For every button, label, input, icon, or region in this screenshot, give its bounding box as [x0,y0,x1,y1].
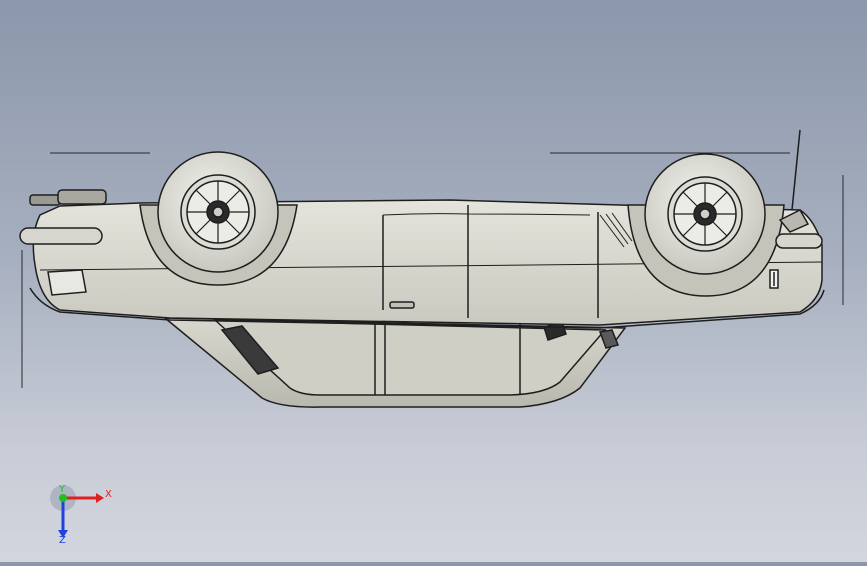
rear-wheel [644,153,766,275]
x-axis-label: X [105,489,112,500]
coordinate-triad: X Y Z [48,484,118,546]
y-axis-label: Y [58,484,66,495]
car-cabin [162,317,627,408]
graphics-viewport[interactable] [0,0,867,562]
front-wheel [157,151,279,273]
x-axis-arrowhead [96,493,104,503]
car-model-view[interactable] [0,0,867,562]
z-axis-label: Z [59,535,66,544]
y-axis-dot [59,494,67,502]
